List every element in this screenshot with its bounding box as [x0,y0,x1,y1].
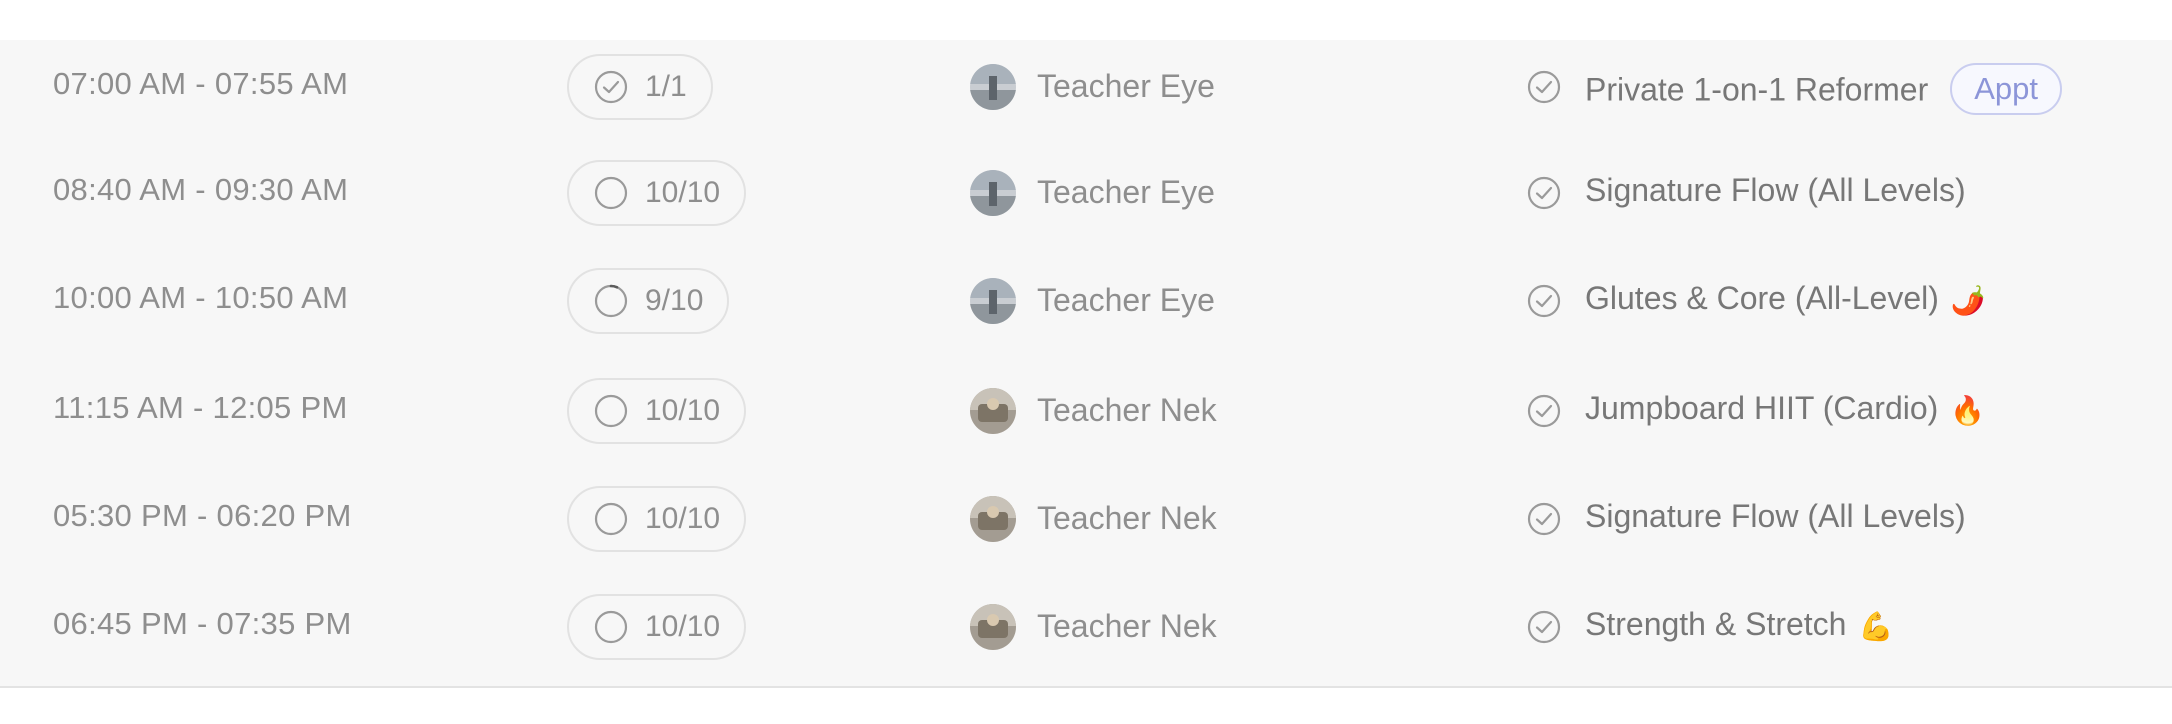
teacher-avatar [970,64,1016,110]
page: 07:00 AM - 07:55 AM 1/1 Teacher Eye Priv… [0,0,2172,724]
capacity-count: 10/10 [645,610,721,643]
check-circle-icon [1527,394,1561,428]
teacher-name: Teacher Eye [1037,68,1215,104]
check-circle-icon [1527,502,1561,536]
class-time: 07:00 AM - 07:55 AM [53,66,349,101]
empty-circle-icon [594,610,628,644]
capacity-count: 9/10 [645,284,704,317]
class-name-wrap[interactable]: Glutes & Core (All-Level) 🌶️ [1585,280,1986,317]
schedule-row[interactable]: 05:30 PM - 06:20 PM 10/10 Teacher Nek Si… [0,472,2172,580]
check-circle-icon [594,70,628,104]
capacity-pill: 10/10 [567,594,747,660]
class-name-wrap[interactable]: Signature Flow (All Levels) [1585,498,1966,535]
class-name-wrap[interactable]: Strength & Stretch 💪 [1585,606,1893,643]
teacher-name: Teacher Nek [1037,608,1217,644]
class-name: Jumpboard HIIT (Cardio) [1585,390,1939,426]
class-time: 10:00 AM - 10:50 AM [53,280,349,315]
flexed-biceps-icon: 💪 [1858,611,1894,643]
check-circle-icon [1527,284,1561,318]
class-name: Signature Flow (All Levels) [1585,498,1966,534]
schedule-row[interactable]: 11:15 AM - 12:05 PM 10/10 Teacher Nek Ju… [0,364,2172,472]
teacher-avatar [970,170,1016,216]
appt-badge: Appt [1950,63,2063,115]
schedule-row[interactable]: 10:00 AM - 10:50 AM 9/10 Teacher Eye Glu… [0,254,2172,362]
teacher-avatar [970,278,1016,324]
class-name-wrap[interactable]: Jumpboard HIIT (Cardio) 🔥 [1585,390,1985,427]
schedule-row[interactable]: 08:40 AM - 09:30 AM 10/10 Teacher Eye Si… [0,146,2172,254]
capacity-count: 1/1 [645,70,687,103]
check-circle-icon [1527,70,1561,104]
class-name: Signature Flow (All Levels) [1585,172,1966,208]
class-name-wrap[interactable]: Signature Flow (All Levels) [1585,172,1966,209]
teacher-name: Teacher Nek [1037,500,1217,536]
chili-pepper-icon: 🌶️ [1950,285,1986,317]
schedule-list: 07:00 AM - 07:55 AM 1/1 Teacher Eye Priv… [0,40,2172,688]
capacity-pill: 10/10 [567,160,747,226]
teacher-name: Teacher Eye [1037,282,1215,318]
schedule-row[interactable]: 06:45 PM - 07:35 PM 10/10 Teacher Nek St… [0,580,2172,688]
capacity-count: 10/10 [645,394,721,427]
teacher-name: Teacher Eye [1037,174,1215,210]
empty-circle-icon [594,394,628,428]
capacity-pill: 10/10 [567,378,747,444]
capacity-count: 10/10 [645,502,721,535]
teacher-name: Teacher Nek [1037,392,1217,428]
teacher-avatar [970,496,1016,542]
class-time: 11:15 AM - 12:05 PM [53,390,348,425]
empty-circle-icon [594,176,628,210]
class-name: Private 1-on-1 Reformer [1585,71,1929,108]
check-circle-icon [1527,610,1561,644]
class-time: 08:40 AM - 09:30 AM [53,172,349,207]
capacity-pill: 1/1 [567,54,713,120]
class-time: 05:30 PM - 06:20 PM [53,498,352,533]
class-name-wrap[interactable]: Private 1-on-1 Reformer Appt [1585,63,2063,118]
teacher-avatar [970,604,1016,650]
schedule-row[interactable]: 07:00 AM - 07:55 AM 1/1 Teacher Eye Priv… [0,40,2172,148]
class-time: 06:45 PM - 07:35 PM [53,606,352,641]
capacity-pill: 9/10 [567,268,730,334]
fire-icon: 🔥 [1950,395,1986,427]
class-name: Glutes & Core (All-Level) [1585,280,1939,316]
check-circle-icon [1527,176,1561,210]
teacher-avatar [970,388,1016,434]
progress-circle-icon [594,284,628,318]
empty-circle-icon [594,502,628,536]
capacity-count: 10/10 [645,176,721,209]
capacity-pill: 10/10 [567,486,747,552]
class-name: Strength & Stretch [1585,606,1847,642]
